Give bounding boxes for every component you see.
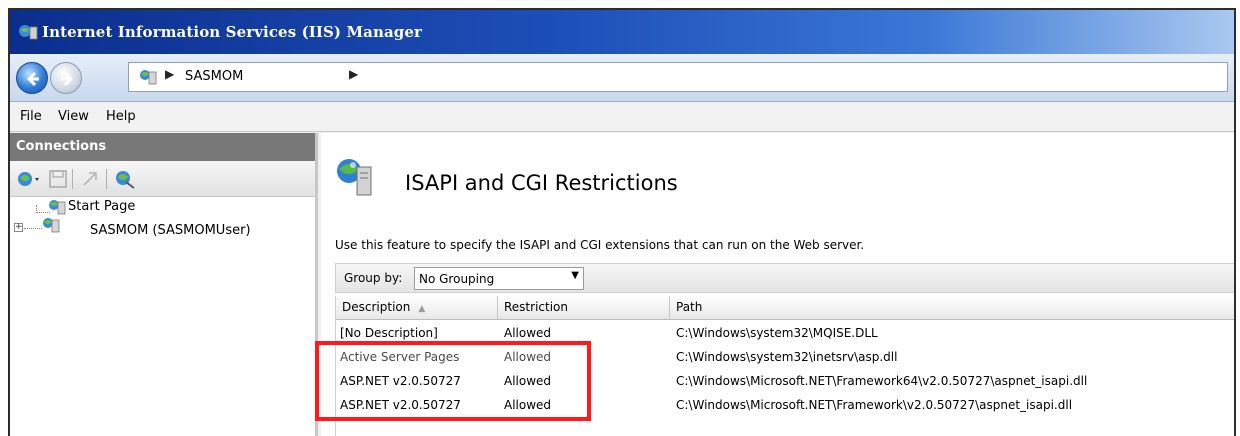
page-title: ISAPI and CGI Restrictions: [405, 171, 678, 195]
back-button[interactable]: [16, 62, 48, 94]
column-header-restriction[interactable]: Restriction: [498, 296, 670, 320]
cell-path: C:\Windows\system32\inetsrv\asp.dll: [676, 350, 898, 364]
column-header-description[interactable]: Description ▲: [336, 296, 498, 320]
group-by-bar: Group by: No Grouping ▼: [335, 263, 1234, 293]
group-by-value: No Grouping: [419, 272, 495, 286]
forward-button[interactable]: [50, 62, 82, 94]
toolbar-divider: [106, 169, 107, 189]
menu-file[interactable]: File: [20, 109, 42, 124]
column-header-path[interactable]: Path: [670, 296, 1234, 320]
chevron-down-icon[interactable]: ▼: [571, 270, 579, 281]
expand-icon[interactable]: +: [14, 223, 23, 232]
menu-bar: File View Help: [10, 102, 1234, 132]
server-icon: [43, 218, 60, 233]
iis-app-icon: [19, 25, 38, 40]
up-level-icon[interactable]: [80, 169, 100, 189]
connections-title: Connections: [16, 139, 107, 154]
sort-ascending-icon: ▲: [418, 304, 426, 314]
save-icon[interactable]: [48, 169, 68, 189]
highlight-box: [315, 341, 591, 421]
breadcrumb-separator-icon[interactable]: ▶: [349, 67, 358, 81]
breadcrumb-separator-icon[interactable]: ▶: [165, 67, 174, 81]
refresh-connections-icon[interactable]: [114, 169, 136, 189]
breadcrumb-sasmom[interactable]: SASMOM: [185, 69, 243, 84]
title-bar[interactable]: Internet Information Services (IIS) Mana…: [10, 10, 1234, 54]
forward-arrow-icon: [61, 71, 74, 87]
cell-description: [No Description]: [340, 326, 438, 340]
feature-description: Use this feature to specify the ISAPI an…: [335, 238, 865, 252]
toolbar-divider: [72, 169, 73, 189]
start-page-icon: [49, 200, 66, 215]
cell-path: C:\Windows\Microsoft.NET\Framework64\v2.…: [676, 374, 1088, 388]
connections-toolbar: [10, 161, 315, 197]
group-by-select[interactable]: No Grouping ▼: [414, 267, 584, 290]
cell-path: C:\Windows\Microsoft.NET\Framework\v2.0.…: [676, 398, 1073, 412]
cell-path: C:\Windows\system32\MQISE.DLL: [676, 326, 878, 340]
connections-header: Connections: [10, 133, 315, 161]
iis-manager-window: Internet Information Services (IIS) Mana…: [8, 8, 1236, 436]
window-title: Internet Information Services (IIS) Mana…: [42, 23, 423, 41]
menu-help[interactable]: Help: [106, 109, 136, 124]
table-header: Description ▲ Restriction Path: [336, 296, 1234, 320]
navigation-bar: ▶ SASMOM ▶: [10, 54, 1234, 102]
cell-restriction: Allowed: [504, 326, 552, 340]
server-icon: [140, 70, 157, 85]
address-bar[interactable]: ▶ SASMOM ▶: [128, 62, 1228, 92]
tree-line: [24, 221, 42, 229]
group-by-label: Group by:: [344, 271, 403, 285]
back-arrow-icon: [26, 71, 39, 87]
tree-item-server[interactable]: SASMOM (SASMOMUser): [90, 223, 251, 238]
isapi-cgi-restrictions-icon: [337, 159, 372, 196]
connections-pane: Connections Start Page + SASMOM (SASMOMU…: [10, 133, 318, 436]
connect-globe-icon[interactable]: [16, 169, 44, 189]
tree-item-start-page[interactable]: Start Page: [68, 199, 135, 214]
menu-view[interactable]: View: [58, 109, 89, 124]
